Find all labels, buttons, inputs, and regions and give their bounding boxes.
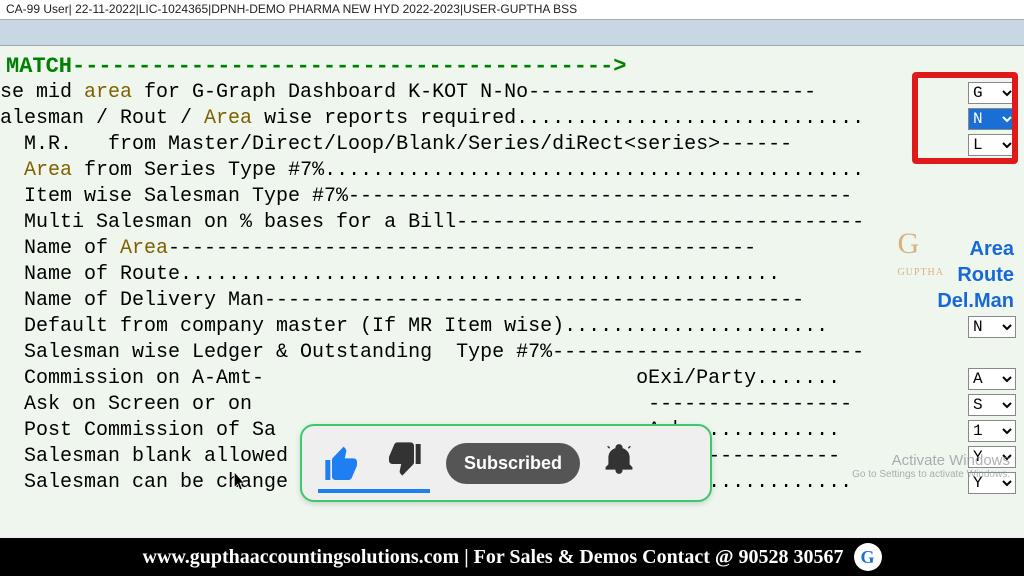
footer-text: www.gupthaaccountingsolutions.com | For … [143, 546, 844, 569]
activate-windows-watermark: Activate Windows Go to Settings to activ… [852, 453, 1010, 481]
header-arrow: ----------------------------------------… [72, 54, 627, 79]
row-ask-screen: Ask on Screen or on ----------------- S [0, 392, 1024, 418]
row-name-delman: Name of Delivery Man--------------------… [0, 288, 1024, 314]
select-ask-screen[interactable]: S [968, 394, 1016, 416]
row-name-area: Name of Area----------------------------… [0, 236, 1024, 262]
form-area: MATCH-----------------------------------… [0, 46, 1024, 536]
dislike-button[interactable] [384, 439, 424, 488]
select-area-reports[interactable]: N [968, 108, 1016, 130]
header-label: MATCH [6, 54, 72, 79]
row-default-company: Default from company master (If MR Item … [0, 314, 1024, 340]
section-header: MATCH-----------------------------------… [0, 54, 1024, 80]
youtube-overlay: Subscribed [300, 424, 712, 502]
label-area: Area [970, 236, 1024, 262]
label-route: Route [957, 262, 1024, 288]
row-ledger-outstanding: Salesman wise Ledger & Outstanding Type … [0, 340, 1024, 366]
window-titlebar: CA-99 User| 22-11-2022|LIC-1024365|DPNH-… [0, 0, 1024, 20]
thumb-up-icon [322, 445, 362, 485]
row-graph-dashboard: se mid area for G-Graph Dashboard K-KOT … [0, 80, 1024, 106]
row-mr-source: M.R. from Master/Direct/Loop/Blank/Serie… [0, 132, 1024, 158]
notifications-button[interactable] [602, 442, 636, 485]
footer-logo-icon: G [854, 543, 882, 571]
select-graph-mode[interactable]: G [968, 82, 1016, 104]
footer-banner: www.gupthaaccountingsolutions.com | For … [0, 538, 1024, 576]
like-button[interactable] [322, 445, 362, 481]
label-delman: Del.Man [937, 288, 1024, 314]
select-default-company[interactable]: N [968, 316, 1016, 338]
subscribed-button[interactable]: Subscribed [446, 443, 580, 484]
row-multi-salesman: Multi Salesman on % bases for a Bill----… [0, 210, 1024, 236]
select-post-commission[interactable]: 1 [968, 420, 1016, 442]
like-underline [318, 489, 430, 493]
window-chrome-band [0, 20, 1024, 46]
row-name-route: Name of Route...........................… [0, 262, 1024, 288]
select-mr-source[interactable]: L [968, 134, 1016, 156]
select-commission[interactable]: A [968, 368, 1016, 390]
thumb-down-icon [384, 439, 424, 479]
bell-icon [602, 442, 636, 476]
row-area-series: Area from Series Type #7%...............… [0, 158, 1024, 184]
row-area-reports: alesman / Rout / Area wise reports requi… [0, 106, 1024, 132]
row-commission: Commission on A-Amt- oExi/Party....... A [0, 366, 1024, 392]
row-item-salesman: Item wise Salesman Type #7%-------------… [0, 184, 1024, 210]
